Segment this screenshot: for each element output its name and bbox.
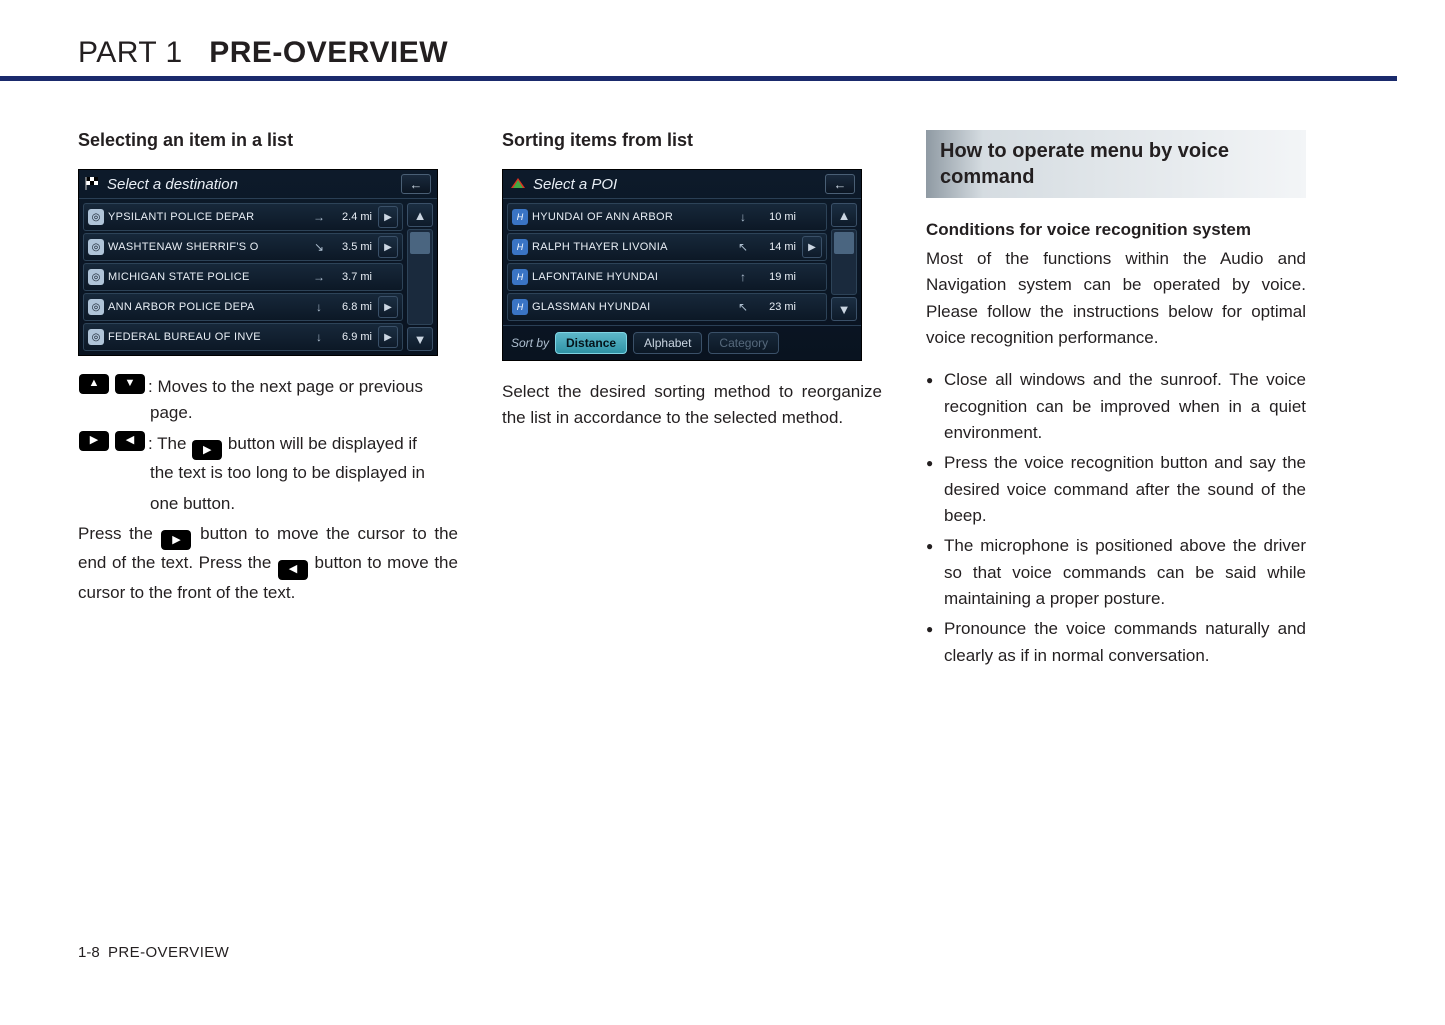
list-item[interactable]: ◎ WASHTENAW SHERRIF'S O ↘ 3.5 mi ▶ (83, 233, 403, 261)
expand-button[interactable]: ▶ (378, 296, 398, 318)
scroll-up-button[interactable]: ▲ (407, 203, 433, 227)
direction-arrow-icon: → (312, 270, 326, 284)
voice-paragraph: Most of the functions within the Audio a… (926, 246, 1306, 351)
direction-arrow-icon: → (312, 210, 326, 224)
col2-paragraph: Select the desired sorting method to reo… (502, 379, 882, 432)
brand-icon: H (512, 269, 528, 285)
brand-icon: H (512, 239, 528, 255)
list-item-distance: 10 mi (754, 211, 798, 223)
poi-icon (509, 176, 527, 193)
back-button[interactable]: ← (825, 174, 855, 194)
poi-marker-icon: ◎ (88, 299, 104, 315)
right-icon: ▶ (79, 431, 109, 451)
col1-heading: Selecting an item in a list (78, 130, 458, 151)
poi-marker-icon: ◎ (88, 209, 104, 225)
list-item-label: FEDERAL BUREAU OF INVE (108, 331, 308, 343)
direction-arrow-icon: ↓ (312, 300, 326, 314)
right-icon: ▶ (192, 440, 222, 460)
col2-heading: Sorting items from list (502, 130, 882, 151)
list-item-distance: 23 mi (754, 301, 798, 313)
page-header: PART 1 PRE-OVERVIEW (0, 36, 1397, 81)
screenshot-select-poi: Select a POI ← H HYUNDAI OF ANN ARBOR ↓ 10 … (502, 169, 862, 361)
bullet-item: The microphone is positioned above the d… (926, 533, 1306, 612)
voice-heading: How to operate menu by voice command (926, 130, 1306, 198)
scroll-track[interactable] (407, 229, 433, 325)
scroll-down-button[interactable]: ▼ (831, 297, 857, 321)
down-icon: ▼ (115, 374, 145, 394)
flag-icon (85, 176, 101, 193)
bullet-item: Press the voice recognition button and s… (926, 450, 1306, 529)
brand-icon: H (512, 209, 528, 225)
voice-bullet-list: Close all windows and the sunroof. The v… (926, 367, 1306, 669)
list-item-distance: 19 mi (754, 271, 798, 283)
back-button[interactable]: ← (401, 174, 431, 194)
brand-icon: H (512, 299, 528, 315)
list-item[interactable]: ◎ FEDERAL BUREAU OF INVE ↓ 6.9 mi ▶ (83, 323, 403, 351)
header-name: PRE-OVERVIEW (209, 36, 448, 69)
right-icon: ▶ (161, 530, 191, 550)
left-icon: ◀ (278, 560, 308, 580)
bullet-item: Pronounce the voice commands naturally a… (926, 616, 1306, 669)
list-item-label: HYUNDAI OF ANN ARBOR (532, 211, 732, 223)
direction-arrow-icon: ↖ (736, 240, 750, 254)
list-item[interactable]: H GLASSMAN HYUNDAI ↖ 23 mi (507, 293, 827, 321)
sort-tab-distance[interactable]: Distance (555, 332, 627, 354)
list-item[interactable]: ◎ MICHIGAN STATE POLICE → 3.7 mi (83, 263, 403, 291)
scroll-up-button[interactable]: ▲ (831, 203, 857, 227)
column-selecting: Selecting an item in a list Select a des… (78, 130, 458, 673)
screenshot-select-destination: Select a destination ← ◎ YPSILANTI POLICE… (78, 169, 438, 356)
screen1-title: Select a destination (107, 176, 238, 193)
list-item-label: LAFONTAINE HYUNDAI (532, 271, 732, 283)
up-icon: ▲ (79, 374, 109, 394)
column-sorting: Sorting items from list Select a POI ← H… (502, 130, 882, 673)
list-item-label: ANN ARBOR POLICE DEPA (108, 301, 308, 313)
scroll-track[interactable] (831, 229, 857, 295)
expand-button[interactable]: ▶ (802, 236, 822, 258)
expand-button[interactable]: ▶ (378, 326, 398, 348)
col1-legend: ▲ ▼ : Moves to the next page or previous… (78, 374, 458, 606)
list-item[interactable]: H HYUNDAI OF ANN ARBOR ↓ 10 mi (507, 203, 827, 231)
header-rule (0, 76, 1397, 81)
list-item-distance: 3.7 mi (330, 271, 374, 283)
list-item-label: MICHIGAN STATE POLICE (108, 271, 308, 283)
list-item-label: RALPH THAYER LIVONIA (532, 241, 732, 253)
list-item[interactable]: H LAFONTAINE HYUNDAI ↑ 19 mi (507, 263, 827, 291)
direction-arrow-icon: ↖ (736, 300, 750, 314)
voice-subheading: Conditions for voice recognition system (926, 220, 1306, 240)
list-item-distance: 2.4 mi (330, 211, 374, 223)
screen2-title: Select a POI (533, 176, 617, 193)
list-item[interactable]: ◎ ANN ARBOR POLICE DEPA ↓ 6.8 mi ▶ (83, 293, 403, 321)
sort-tab-alphabet[interactable]: Alphabet (633, 332, 702, 354)
page-footer: 1-8 PRE-OVERVIEW (78, 944, 229, 961)
direction-arrow-icon: ↓ (312, 330, 326, 344)
list-item-distance: 14 mi (754, 241, 798, 253)
scroll-down-button[interactable]: ▼ (407, 327, 433, 351)
sort-by-label: Sort by (511, 336, 549, 350)
direction-arrow-icon: ↘ (312, 240, 326, 254)
list-item-label: GLASSMAN HYUNDAI (532, 301, 732, 313)
list-item-label: WASHTENAW SHERRIF'S O (108, 241, 308, 253)
poi-marker-icon: ◎ (88, 269, 104, 285)
left-icon: ◀ (115, 431, 145, 451)
expand-button[interactable]: ▶ (378, 206, 398, 228)
list-item[interactable]: ◎ YPSILANTI POLICE DEPAR → 2.4 mi ▶ (83, 203, 403, 231)
list-item-distance: 3.5 mi (330, 241, 374, 253)
header-part: PART 1 (78, 36, 183, 69)
poi-marker-icon: ◎ (88, 239, 104, 255)
column-voice: How to operate menu by voice command Con… (926, 130, 1306, 673)
expand-button[interactable]: ▶ (378, 236, 398, 258)
sort-tab-category[interactable]: Category (708, 332, 779, 354)
list-item[interactable]: H RALPH THAYER LIVONIA ↖ 14 mi ▶ (507, 233, 827, 261)
poi-marker-icon: ◎ (88, 329, 104, 345)
bullet-item: Close all windows and the sunroof. The v… (926, 367, 1306, 446)
direction-arrow-icon: ↓ (736, 210, 750, 224)
list-item-label: YPSILANTI POLICE DEPAR (108, 211, 308, 223)
list-item-distance: 6.9 mi (330, 331, 374, 343)
direction-arrow-icon: ↑ (736, 270, 750, 284)
list-item-distance: 6.8 mi (330, 301, 374, 313)
